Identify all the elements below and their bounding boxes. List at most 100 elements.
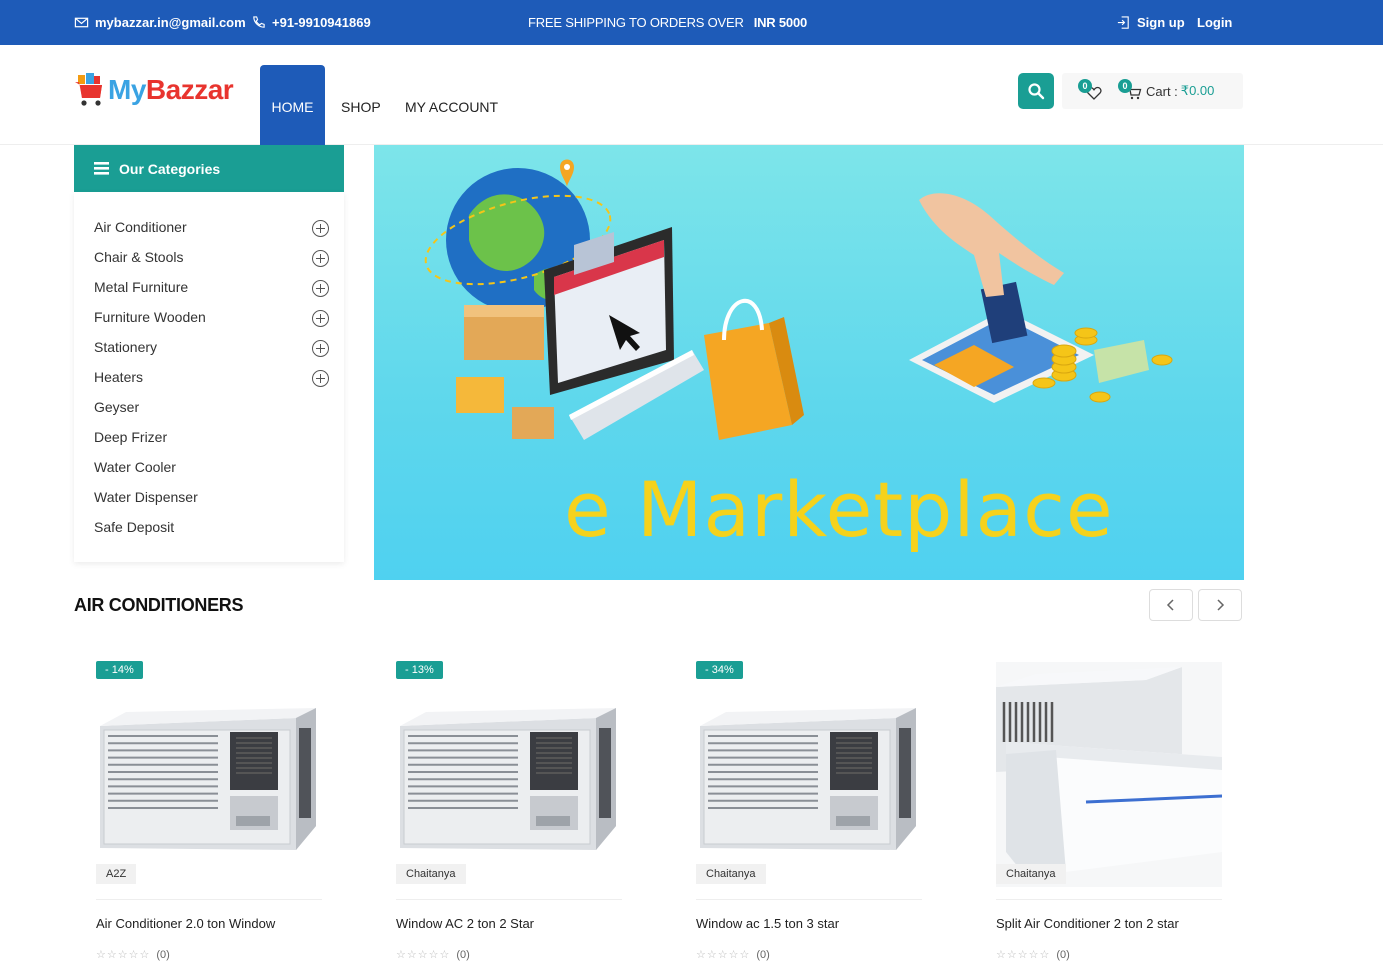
window-ac-image: [100, 708, 316, 850]
category-item[interactable]: Heaters: [74, 362, 344, 392]
review-count: (0): [756, 948, 770, 961]
brand-tag[interactable]: Chaitanya: [996, 864, 1066, 884]
product-name[interactable]: Air Conditioner 2.0 ton Window: [96, 916, 275, 931]
category-label: Chair & Stools: [94, 249, 184, 265]
logo[interactable]: MyBazzar: [74, 67, 249, 113]
main-header: MyBazzar HOME SHOP MY ACCOUNT 0 0 Cart :…: [0, 45, 1383, 145]
category-item[interactable]: Water Cooler: [74, 452, 344, 482]
logo-my: My: [108, 74, 146, 105]
product-name[interactable]: Window AC 2 ton 2 Star: [396, 916, 534, 931]
email-text: mybazzar.in@gmail.com: [95, 15, 246, 30]
chevron-right-icon: [1217, 599, 1225, 611]
category-label: Water Dispenser: [94, 489, 198, 505]
product-image[interactable]: [996, 662, 1223, 887]
signup-icon: [1117, 16, 1129, 29]
product-name[interactable]: Window ac 1.5 ton 3 star: [696, 916, 839, 931]
search-icon: [1028, 83, 1045, 100]
product-rating: ☆☆☆☆☆ (0): [996, 948, 1070, 962]
logo-bazzar: Bazzar: [145, 74, 234, 105]
signup-label: Sign up: [1137, 15, 1185, 30]
category-label: Geyser: [94, 399, 140, 415]
rating-stars: ☆☆☆☆☆: [996, 949, 1051, 961]
signup-link[interactable]: Sign up: [1116, 0, 1185, 45]
category-label: Safe Deposit: [94, 519, 175, 535]
category-item[interactable]: Geyser: [74, 392, 344, 422]
expand-plus-icon[interactable]: [312, 310, 329, 327]
category-item[interactable]: Metal Furniture: [74, 272, 344, 302]
cart-area: 0 0 Cart : ₹0.00: [1062, 73, 1243, 109]
product-rating: ☆☆☆☆☆ (0): [96, 948, 170, 962]
carousel-prev-button[interactable]: [1149, 589, 1193, 621]
phone-text: +91-9910941869: [272, 15, 371, 30]
category-label: Stationery: [94, 339, 158, 355]
card-divider: [996, 899, 1222, 900]
category-label: Water Cooler: [94, 459, 176, 475]
expand-plus-icon[interactable]: [312, 280, 329, 297]
product-rating: ☆☆☆☆☆ (0): [696, 948, 770, 962]
cart-logo-icon: [75, 73, 102, 106]
expand-plus-icon[interactable]: [312, 370, 329, 387]
cart-label: Cart :: [1146, 83, 1178, 99]
categories-title: Our Categories: [119, 160, 221, 177]
hero-banner[interactable]: e Marketplace: [374, 145, 1244, 580]
review-count: (0): [1056, 948, 1070, 961]
brand-tag[interactable]: Chaitanya: [396, 864, 466, 884]
nav-shop[interactable]: SHOP: [341, 65, 381, 145]
logo-text: MyBazzar: [108, 74, 234, 106]
wishlist-count-badge: 0: [1078, 79, 1092, 93]
category-item[interactable]: Stationery: [74, 332, 344, 362]
category-item[interactable]: Air Conditioner: [74, 212, 344, 242]
window-ac-image: [700, 708, 916, 850]
category-label: Heaters: [94, 369, 144, 385]
category-item[interactable]: Furniture Wooden: [74, 302, 344, 332]
card-divider: [696, 899, 922, 900]
discount-badge: - 34%: [696, 661, 743, 679]
rating-stars: ☆☆☆☆☆: [96, 949, 151, 961]
expand-plus-icon[interactable]: [312, 340, 329, 357]
search-button[interactable]: [1018, 73, 1054, 109]
banner-title: e Marketplace: [564, 465, 1114, 554]
product-card[interactable]: - 13% Chaitanya Window AC 2 ton 2 Star ☆☆☆☆…: [374, 650, 622, 975]
login-link[interactable]: Login: [1197, 0, 1232, 45]
cart-amount: ₹0.00: [1180, 83, 1215, 98]
wishlist-button[interactable]: 0: [1078, 79, 1104, 105]
category-label: Metal Furniture: [94, 279, 189, 295]
cart-summary[interactable]: Cart : ₹0.00: [1146, 73, 1214, 109]
category-item[interactable]: Safe Deposit: [74, 512, 344, 542]
nav-my-account[interactable]: MY ACCOUNT: [405, 65, 498, 145]
email-contact[interactable]: mybazzar.in@gmail.com: [74, 0, 246, 45]
product-name[interactable]: Split Air Conditioner 2 ton 2 star: [996, 916, 1179, 931]
window-ac-image: [400, 708, 616, 850]
top-bar: mybazzar.in@gmail.com +91-9910941869 FRE…: [0, 0, 1383, 45]
card-divider: [396, 899, 622, 900]
carousel-next-button[interactable]: [1198, 589, 1242, 621]
section-title: AIR CONDITIONERS: [74, 595, 244, 615]
card-divider: [96, 899, 322, 900]
expand-plus-icon[interactable]: [312, 250, 329, 267]
shipping-amount: INR 5000: [753, 15, 808, 30]
category-label: Deep Frizer: [94, 429, 168, 445]
nav-home[interactable]: HOME: [260, 65, 325, 145]
chevron-left-icon: [1166, 599, 1174, 611]
rating-stars: ☆☆☆☆☆: [396, 949, 451, 961]
product-rating: ☆☆☆☆☆ (0): [396, 948, 470, 962]
categories-header[interactable]: Our Categories: [74, 145, 344, 192]
brand-tag[interactable]: Chaitanya: [696, 864, 766, 884]
mail-icon: [74, 17, 89, 28]
expand-plus-icon[interactable]: [312, 220, 329, 237]
product-card[interactable]: - 34% Chaitanya Window ac 1.5 ton 3 star ☆☆…: [674, 650, 922, 975]
category-item[interactable]: Water Dispenser: [74, 482, 344, 512]
category-item[interactable]: Chair & Stools: [74, 242, 344, 272]
category-label: Air Conditioner: [94, 219, 187, 235]
category-item[interactable]: Deep Frizer: [74, 422, 344, 452]
cart-count-badge: 0: [1118, 79, 1132, 93]
category-label: Furniture Wooden: [94, 309, 206, 325]
brand-tag[interactable]: A2Z: [96, 864, 137, 884]
product-card[interactable]: - 14% A2Z Air Conditioner 2.0 ton Window ☆☆…: [74, 650, 322, 975]
discount-badge: - 13%: [396, 661, 443, 679]
split-ac-image: [996, 662, 1223, 887]
menu-icon: [94, 162, 109, 175]
phone-contact[interactable]: +91-9910941869: [251, 0, 371, 45]
product-card[interactable]: Chaitanya Split Air Conditioner 2 ton 2 s…: [974, 650, 1223, 975]
review-count: (0): [456, 948, 470, 961]
